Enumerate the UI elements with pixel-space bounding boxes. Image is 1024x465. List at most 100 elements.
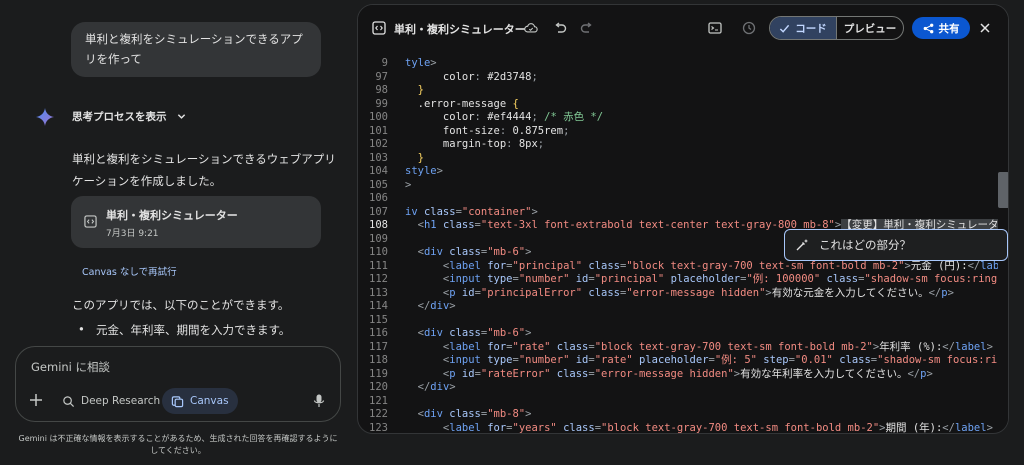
code-token: "例: 5" bbox=[714, 354, 764, 366]
code-token: class bbox=[449, 327, 481, 339]
code-token: input bbox=[449, 273, 488, 285]
code-line[interactable]: 103 } bbox=[358, 152, 998, 166]
share-icon bbox=[923, 23, 933, 33]
code-line[interactable]: 121 bbox=[358, 395, 998, 409]
code-line[interactable]: 101 font-size: 0.875rem; bbox=[358, 125, 998, 139]
code-token: "rate" bbox=[512, 340, 557, 353]
deep-research-button[interactable]: Deep Research bbox=[53, 388, 169, 414]
canvas-card-title: 単利・複利シミュレーター bbox=[106, 209, 238, 222]
code-doc-icon bbox=[84, 215, 97, 228]
code-token: step bbox=[763, 354, 789, 366]
code-token: type bbox=[487, 354, 513, 366]
canvas-tool-button[interactable]: Canvas bbox=[162, 388, 238, 414]
code-token: "error-message hidden" bbox=[594, 367, 734, 380]
code-line[interactable]: 111 <label for="principal" class="block … bbox=[358, 260, 998, 274]
show-thinking-toggle[interactable]: 思考プロセスを表示 bbox=[72, 109, 186, 124]
code-line[interactable]: 115 bbox=[358, 314, 998, 328]
prompt-input-box[interactable]: Gemini に相談 Deep Research Canvas bbox=[15, 346, 341, 422]
code-token: : bbox=[474, 70, 488, 83]
canvas-doc-card[interactable]: 単利・複利シミュレーター 7月3日 9:21 bbox=[71, 196, 321, 248]
code-line[interactable]: 118 <input type="number" id="rate" place… bbox=[358, 354, 998, 368]
code-token: id bbox=[461, 367, 475, 380]
code-line[interactable]: 9 tyle> bbox=[358, 57, 998, 71]
code-content: .error-message { bbox=[388, 98, 519, 112]
code-line[interactable]: 107 iv class="container"> bbox=[358, 206, 998, 220]
add-icon[interactable] bbox=[29, 393, 43, 407]
code-line[interactable]: 117 <label for="rate" class="block text-… bbox=[358, 341, 998, 355]
code-line[interactable]: 120 </div> bbox=[358, 381, 998, 395]
share-button[interactable]: 共有 bbox=[912, 17, 970, 39]
code-token: "例: 100000" bbox=[746, 273, 827, 285]
ask-about-selection-tooltip[interactable]: これはどの部分？ bbox=[784, 229, 1008, 261]
code-token: > bbox=[449, 381, 456, 393]
code-line[interactable]: 122 <div class="mb-8"> bbox=[358, 408, 998, 422]
line-number: 119 bbox=[369, 367, 388, 380]
code-line[interactable]: 106 bbox=[358, 192, 998, 206]
code-token: </ bbox=[967, 259, 981, 272]
code-token: > bbox=[525, 246, 532, 258]
code-token: p bbox=[449, 286, 462, 299]
code-token: < bbox=[405, 421, 450, 434]
line-number: 116 bbox=[369, 327, 388, 339]
code-content: <label for="years" class="block text-gra… bbox=[388, 421, 993, 434]
code-tab[interactable]: コード bbox=[770, 17, 837, 39]
code-line[interactable]: 97 color: #2d3748; bbox=[358, 71, 998, 85]
code-content: <div class="mb-6"> bbox=[388, 246, 532, 260]
code-token: class bbox=[442, 219, 475, 231]
code-token: style bbox=[405, 165, 437, 177]
cloud-saved-icon[interactable] bbox=[524, 21, 538, 35]
code-token: placeholder bbox=[638, 354, 709, 366]
line-number: 108 bbox=[369, 219, 388, 231]
code-token: label bbox=[449, 421, 488, 434]
code-token: color bbox=[405, 111, 475, 123]
feature-intro-text: このアプリでは、以下のことができます。 bbox=[72, 298, 290, 312]
code-token: class bbox=[449, 246, 481, 258]
code-line[interactable]: 100 color: #ef4444; /* 赤色 */ bbox=[358, 111, 998, 125]
code-line[interactable]: 119 <p id="rateError" class="error-messa… bbox=[358, 368, 998, 382]
retry-without-canvas-link[interactable]: Canvas なしで再試行 bbox=[82, 264, 177, 278]
code-content: <label for="principal" class="block text… bbox=[388, 260, 998, 274]
chat-pane: 単利と複利をシミュレーションできるアプリを作って 思考プロセスを表示 単利と複利… bbox=[0, 0, 356, 465]
code-line[interactable]: 104 style> bbox=[358, 165, 998, 179]
code-token: : bbox=[474, 111, 488, 123]
code-token: "number" bbox=[518, 273, 576, 285]
code-token: "mb-8" bbox=[487, 408, 526, 420]
code-token: : bbox=[499, 124, 513, 137]
code-token: 8px bbox=[518, 138, 538, 150]
code-token: "number" bbox=[518, 354, 576, 366]
microphone-icon[interactable] bbox=[313, 394, 325, 408]
code-line[interactable]: 114 </div> bbox=[358, 300, 998, 314]
console-icon[interactable] bbox=[708, 21, 722, 35]
code-token: class bbox=[423, 205, 456, 218]
code-token: "shadow-sm focus:ring-blue-5 bbox=[877, 354, 998, 366]
code-line[interactable]: 113 <p id="principalError" class="error-… bbox=[358, 287, 998, 301]
preview-tab[interactable]: プレビュー bbox=[837, 17, 903, 39]
code-token: "mb-6" bbox=[487, 327, 526, 339]
history-icon[interactable] bbox=[742, 21, 756, 35]
chevron-down-icon bbox=[177, 114, 185, 119]
code-line[interactable]: 123 <label for="years" class="block text… bbox=[358, 421, 998, 434]
code-line[interactable]: 98 } bbox=[358, 84, 998, 98]
code-token: > bbox=[449, 300, 456, 312]
code-token: label bbox=[954, 421, 987, 434]
code-tab-label: コード bbox=[795, 22, 827, 35]
prompt-input-placeholder[interactable]: Gemini に相談 bbox=[31, 359, 110, 375]
code-token: class bbox=[588, 286, 620, 299]
editor-scrollbar-thumb[interactable] bbox=[998, 172, 1008, 208]
code-line[interactable]: 102 margin-top: 8px; bbox=[358, 138, 998, 152]
code-line[interactable]: 99 .error-message { bbox=[358, 98, 998, 112]
code-token: } bbox=[405, 84, 424, 96]
canvas-title: 単利・複利シミュレーター bbox=[394, 23, 526, 36]
undo-icon[interactable] bbox=[553, 21, 567, 35]
code-token: id bbox=[461, 286, 475, 299]
redo-icon[interactable] bbox=[580, 21, 594, 35]
code-content: <label for="rate" class="block text-gray… bbox=[388, 341, 993, 355]
code-token: < bbox=[405, 246, 424, 258]
code-token: color bbox=[405, 70, 475, 83]
close-icon[interactable] bbox=[980, 23, 990, 33]
code-token: "principal" bbox=[512, 259, 589, 272]
code-token: class bbox=[449, 408, 481, 420]
code-line[interactable]: 105 > bbox=[358, 179, 998, 193]
code-line[interactable]: 116 <div class="mb-6"> bbox=[358, 327, 998, 341]
code-line[interactable]: 112 <input type="number" id="principal" … bbox=[358, 273, 998, 287]
